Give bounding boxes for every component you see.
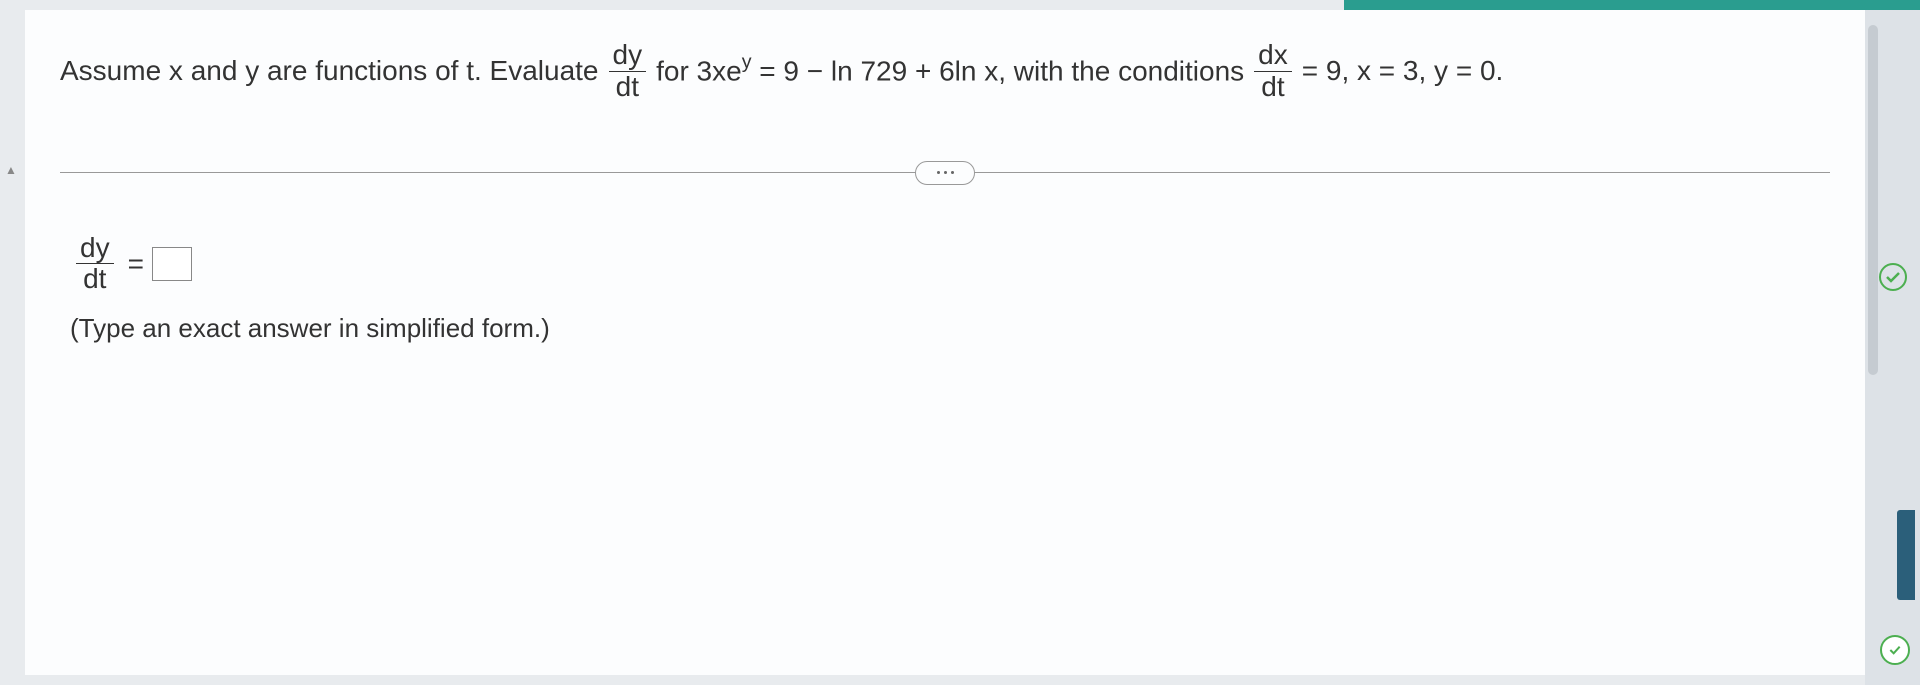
answer-instruction: (Type an exact answer in simplified form…	[70, 313, 1830, 344]
dot-icon	[937, 171, 940, 174]
numerator: dy	[609, 40, 647, 72]
right-sidebar	[1865, 10, 1920, 685]
answer-input[interactable]	[152, 247, 192, 281]
expand-button[interactable]	[915, 161, 975, 185]
question-panel: Assume x and y are functions of t. Evalu…	[25, 10, 1865, 675]
numerator: dy	[76, 233, 114, 265]
top-accent-bar	[0, 0, 1920, 10]
fraction-dy-dt: dy dt	[609, 40, 647, 103]
denominator: dt	[612, 72, 643, 103]
question-text: Assume x and y are functions of t. Evalu…	[60, 40, 1830, 103]
divider-line-right	[945, 172, 1830, 173]
section-divider	[60, 163, 1830, 183]
answer-fraction: dy dt	[76, 233, 114, 296]
divider-line-left	[60, 172, 945, 173]
fraction-dx-dt: dx dt	[1254, 40, 1292, 103]
question-part4: = 9, x = 3, y = 0.	[1302, 49, 1504, 94]
numerator: dx	[1254, 40, 1292, 72]
dot-icon	[951, 171, 954, 174]
exponent-y: y	[742, 51, 752, 73]
side-tab[interactable]	[1897, 510, 1915, 600]
denominator: dt	[1257, 72, 1288, 103]
question-part1: Assume x and y are functions of t. Evalu…	[60, 49, 599, 94]
scrollbar-thumb[interactable]	[1868, 25, 1878, 375]
question-part2: for 3xey = 9 − ln 729 + 6ln x, with the …	[656, 49, 1244, 94]
denominator: dt	[79, 264, 110, 295]
equals-sign: =	[128, 248, 144, 280]
check-icon[interactable]	[1876, 260, 1910, 294]
answer-expression: dy dt =	[70, 233, 1830, 296]
dot-icon	[944, 171, 947, 174]
check-icon[interactable]	[1880, 635, 1910, 665]
collapse-left-icon[interactable]: ▲	[2, 160, 20, 180]
